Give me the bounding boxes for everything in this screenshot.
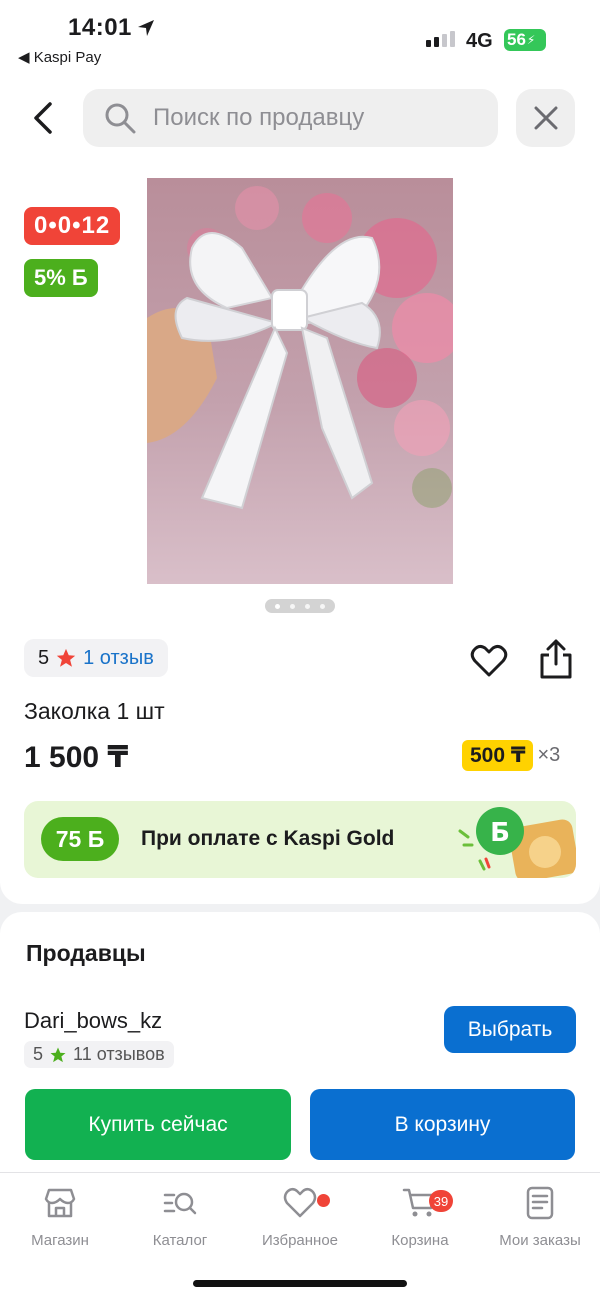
close-button[interactable] bbox=[516, 89, 575, 147]
gold-bonus-pill: 75 Б bbox=[41, 817, 119, 861]
network-type: 4G bbox=[466, 30, 493, 52]
gold-banner-text: При оплате с Kaspi Gold bbox=[141, 827, 395, 850]
seller-search-input[interactable]: Поиск по продавцу bbox=[83, 89, 498, 147]
tab-label: Каталог bbox=[152, 1232, 208, 1249]
battery-icon: 56 ⚡ bbox=[504, 29, 546, 51]
cart-count-badge: 39 bbox=[429, 1190, 453, 1212]
tab-label: Корзина bbox=[391, 1232, 449, 1249]
installment-info[interactable]: 500 ₸ ×3 bbox=[462, 740, 560, 771]
kaspi-gold-card-icon: Б bbox=[458, 807, 576, 878]
bonus-percent-badge: 5% Б bbox=[24, 259, 98, 297]
kaspi-gold-banner[interactable]: 75 Б При оплате с Kaspi Gold Б bbox=[24, 801, 576, 878]
tab-label: Магазин bbox=[31, 1232, 89, 1249]
seller-rating-score: 5 bbox=[33, 1044, 44, 1064]
product-card: 0•0•12 5% Б 5 1 отзыв Заколка 1 шт 1 500… bbox=[0, 160, 600, 904]
star-icon bbox=[50, 1047, 66, 1062]
seller-rating-pill[interactable]: 5 11 отзывов bbox=[24, 1041, 174, 1068]
gallery-dot[interactable] bbox=[275, 603, 280, 609]
rating-score: 5 bbox=[38, 646, 50, 669]
seller-reviews-count: 11 отзывов bbox=[73, 1044, 165, 1064]
status-bar: 14:01 ◀ Kaspi Pay 4G 56 ⚡ bbox=[0, 0, 600, 80]
promo-timer-badge: 0•0•12 bbox=[24, 207, 121, 245]
product-page: 14:01 ◀ Kaspi Pay 4G 56 ⚡ Поиск по продав… bbox=[0, 0, 600, 1300]
orders-icon bbox=[526, 1186, 554, 1220]
product-title: Заколка 1 шт bbox=[24, 698, 165, 724]
tab-label: Мои заказы bbox=[499, 1232, 581, 1249]
gallery-dot[interactable] bbox=[320, 603, 325, 609]
home-indicator[interactable] bbox=[193, 1280, 407, 1287]
close-icon bbox=[534, 106, 557, 130]
product-price: 1 500 ₸ bbox=[24, 741, 129, 774]
favorite-heart-icon[interactable] bbox=[470, 642, 508, 680]
status-time: 14:01 bbox=[68, 14, 132, 41]
sellers-title: Продавцы bbox=[26, 940, 146, 966]
store-icon bbox=[44, 1188, 76, 1218]
heart-icon bbox=[283, 1188, 317, 1218]
svg-text:Б: Б bbox=[490, 818, 510, 848]
rating-pill[interactable]: 5 1 отзыв bbox=[24, 639, 168, 677]
star-icon bbox=[56, 648, 76, 667]
select-seller-button[interactable]: Выбрать bbox=[444, 1006, 576, 1053]
tab-orders[interactable]: Мои заказы bbox=[480, 1185, 600, 1257]
tab-favorites[interactable]: Избранное bbox=[240, 1185, 360, 1257]
bow-image bbox=[147, 178, 453, 584]
search-icon bbox=[105, 103, 136, 134]
search-header: Поиск по продавцу bbox=[0, 80, 600, 160]
share-icon[interactable] bbox=[537, 638, 575, 680]
back-button[interactable] bbox=[22, 96, 66, 140]
installment-amount: 500 ₸ bbox=[462, 740, 534, 771]
gallery-pagination[interactable] bbox=[265, 599, 335, 613]
installment-multiplier: ×3 bbox=[537, 744, 561, 766]
back-to-app-link[interactable]: ◀ Kaspi Pay bbox=[18, 48, 101, 66]
tab-catalog[interactable]: Каталог bbox=[120, 1185, 240, 1257]
gallery-dot[interactable] bbox=[305, 603, 310, 609]
add-to-cart-button[interactable]: В корзину bbox=[310, 1089, 575, 1160]
cell-signal-icon bbox=[426, 31, 455, 47]
tab-store[interactable]: Магазин bbox=[0, 1185, 120, 1257]
favorites-notification-dot bbox=[317, 1194, 330, 1207]
tab-cart[interactable]: 39 Корзина bbox=[360, 1185, 480, 1257]
seller-name[interactable]: Dari_bows_kz bbox=[24, 1008, 162, 1034]
tab-label: Избранное bbox=[261, 1232, 339, 1249]
reviews-link[interactable]: 1 отзыв bbox=[83, 647, 154, 670]
search-placeholder: Поиск по продавцу bbox=[153, 104, 365, 131]
location-arrow-icon bbox=[138, 20, 154, 36]
battery-level: 56 bbox=[507, 30, 526, 49]
catalog-icon bbox=[163, 1192, 197, 1215]
gallery-dot[interactable] bbox=[290, 603, 295, 609]
buy-now-button[interactable]: Купить сейчас bbox=[25, 1089, 291, 1160]
product-photo[interactable] bbox=[147, 178, 453, 584]
